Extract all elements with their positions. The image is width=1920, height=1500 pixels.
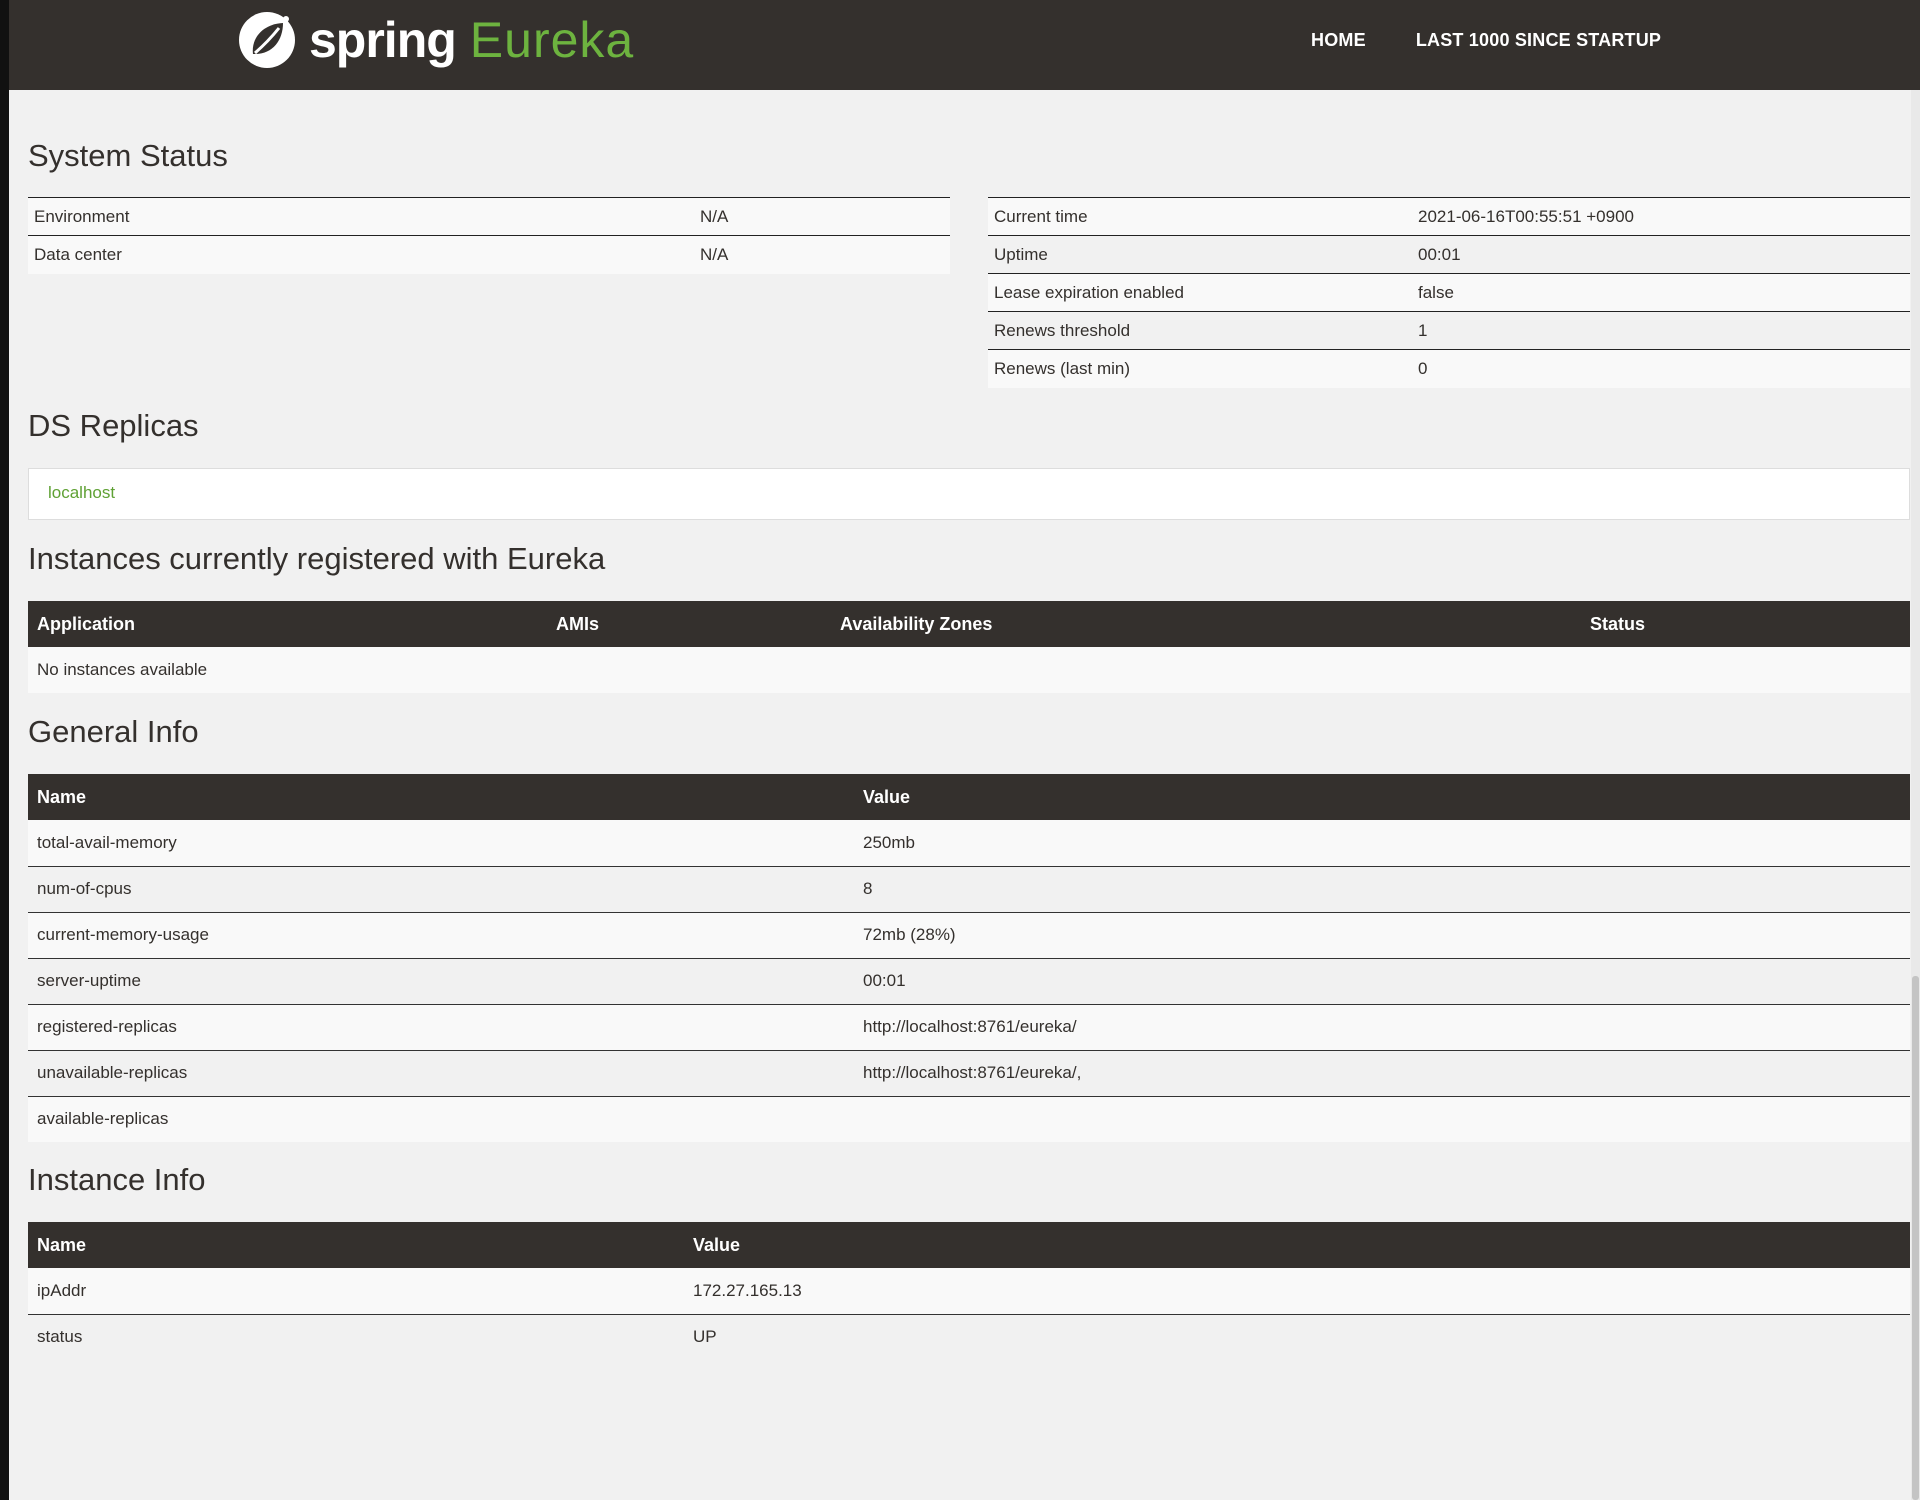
info-name: unavailable-replicas xyxy=(28,1049,854,1096)
status-value: 1 xyxy=(1412,311,1910,350)
info-name: current-memory-usage xyxy=(28,911,854,958)
status-label: Environment xyxy=(28,197,694,236)
nav-home-link[interactable]: HOME xyxy=(1311,30,1366,51)
system-status-left-table: Environment N/A Data center N/A xyxy=(28,197,950,274)
status-label: Uptime xyxy=(988,235,1412,274)
table-row: Uptime 00:01 xyxy=(988,235,1910,274)
table-row: Current time 2021-06-16T00:55:51 +0900 xyxy=(988,197,1910,236)
table-row: registered-replicas http://localhost:876… xyxy=(28,1003,1910,1050)
info-name: status xyxy=(28,1313,684,1360)
table-row: total-avail-memory 250mb xyxy=(28,820,1910,866)
instance-info-title: Instance Info xyxy=(28,1162,206,1197)
info-name: ipAddr xyxy=(28,1268,684,1314)
brand-eureka-text: Eureka xyxy=(469,12,635,68)
column-header-name: Name xyxy=(28,774,854,820)
table-row: status UP xyxy=(28,1313,1910,1360)
table-row: available-replicas xyxy=(28,1095,1910,1142)
table-row: unavailable-replicas http://localhost:87… xyxy=(28,1049,1910,1096)
info-value: http://localhost:8761/eureka/, xyxy=(854,1049,1910,1096)
table-row: Environment N/A xyxy=(28,197,950,236)
info-name: server-uptime xyxy=(28,957,854,1004)
info-value: 250mb xyxy=(854,820,1910,866)
status-value: 00:01 xyxy=(1412,235,1910,274)
instances-title: Instances currently registered with Eure… xyxy=(28,541,606,576)
info-value: 8 xyxy=(854,865,1910,912)
nav-last-1000-link[interactable]: LAST 1000 SINCE STARTUP xyxy=(1416,30,1661,51)
column-header-application[interactable]: Application xyxy=(28,601,547,647)
top-navbar: spring Eureka HOME LAST 1000 SINCE START… xyxy=(9,0,1920,90)
table-row: num-of-cpus 8 xyxy=(28,865,1910,912)
table-row: Lease expiration enabled false xyxy=(988,273,1910,312)
status-value: 2021-06-16T00:55:51 +0900 xyxy=(1412,197,1910,236)
ds-replicas-list: localhost xyxy=(28,468,1910,520)
column-header-value: Value xyxy=(684,1222,1910,1268)
column-header-status[interactable]: Status xyxy=(1581,601,1910,647)
column-header-name: Name xyxy=(28,1222,684,1268)
status-label: Renews (last min) xyxy=(988,349,1412,388)
info-value: UP xyxy=(684,1313,1910,1360)
info-name: available-replicas xyxy=(28,1095,854,1142)
empty-instances-message: No instances available xyxy=(28,647,1910,693)
table-row: Renews (last min) 0 xyxy=(988,349,1910,388)
info-name: registered-replicas xyxy=(28,1003,854,1050)
column-header-value: Value xyxy=(854,774,1910,820)
system-status-title: System Status xyxy=(28,138,228,173)
status-label: Data center xyxy=(28,235,694,274)
table-row: No instances available xyxy=(28,647,1910,693)
info-name: num-of-cpus xyxy=(28,865,854,912)
status-value: false xyxy=(1412,273,1910,312)
general-info-title: General Info xyxy=(28,714,199,749)
nav-links: HOME LAST 1000 SINCE STARTUP xyxy=(1311,30,1711,51)
table-row: ipAddr 172.27.165.13 xyxy=(28,1268,1910,1314)
replica-link-localhost[interactable]: localhost xyxy=(48,483,115,503)
column-header-availability-zones[interactable]: Availability Zones xyxy=(831,601,1581,647)
table-header-row: Name Value xyxy=(28,1222,1910,1268)
column-header-amis[interactable]: AMIs xyxy=(547,601,831,647)
table-row: Data center N/A xyxy=(28,235,950,274)
info-value: 72mb (28%) xyxy=(854,911,1910,958)
instances-table: Application AMIs Availability Zones Stat… xyxy=(28,601,1910,693)
brand-spring-text: spring xyxy=(309,12,457,68)
status-label: Lease expiration enabled xyxy=(988,273,1412,312)
table-row: Renews threshold 1 xyxy=(988,311,1910,350)
general-info-table: Name Value total-avail-memory 250mb num-… xyxy=(28,774,1910,1142)
status-value: N/A xyxy=(694,235,950,274)
system-status-right-table: Current time 2021-06-16T00:55:51 +0900 U… xyxy=(988,197,1910,388)
status-label: Renews threshold xyxy=(988,311,1412,350)
status-value: N/A xyxy=(694,197,950,236)
info-value: http://localhost:8761/eureka/ xyxy=(854,1003,1910,1050)
window-left-edge xyxy=(0,0,9,1500)
spring-eureka-logo[interactable]: spring Eureka xyxy=(237,10,634,70)
instance-info-table: Name Value ipAddr 172.27.165.13 status U… xyxy=(28,1222,1910,1360)
scrollbar-thumb[interactable] xyxy=(1912,976,1919,1500)
table-row: current-memory-usage 72mb (28%) xyxy=(28,911,1910,958)
spring-leaf-icon xyxy=(239,12,295,68)
info-value: 00:01 xyxy=(854,957,1910,1004)
status-label: Current time xyxy=(988,197,1412,236)
info-value: 172.27.165.13 xyxy=(684,1268,1910,1314)
info-name: total-avail-memory xyxy=(28,820,854,866)
info-value xyxy=(854,1095,1910,1142)
ds-replicas-title: DS Replicas xyxy=(28,408,199,443)
table-header-row: Application AMIs Availability Zones Stat… xyxy=(28,601,1910,647)
table-row: server-uptime 00:01 xyxy=(28,957,1910,1004)
table-header-row: Name Value xyxy=(28,774,1910,820)
status-value: 0 xyxy=(1412,349,1910,388)
